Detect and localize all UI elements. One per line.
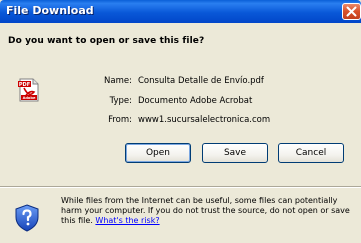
pdf-badge-text: PDF xyxy=(19,82,30,88)
whats-the-risk-link[interactable]: What's the risk? xyxy=(95,216,159,225)
type-value: Documento Adobe Acrobat xyxy=(138,96,253,106)
from-value: www1.sucursalelectronica.com xyxy=(138,115,271,125)
pdf-file-icon: PDF Adobe xyxy=(18,78,39,102)
close-icon xyxy=(346,6,357,17)
adobe-brand-text: Adobe xyxy=(23,96,36,100)
title-bar[interactable]: File Download xyxy=(0,0,361,23)
cancel-button[interactable]: Cancel xyxy=(278,143,344,163)
from-label: From: xyxy=(108,115,132,125)
file-download-dialog: File Download Do you want to open or sav… xyxy=(0,0,361,243)
close-button[interactable] xyxy=(342,3,361,20)
type-label: Type: xyxy=(109,96,132,106)
save-button[interactable]: Save xyxy=(202,143,268,163)
dialog-question: Do you want to open or save this file? xyxy=(8,36,205,46)
separator-highlight xyxy=(0,187,361,188)
name-value: Consulta Detalle de Envío.pdf xyxy=(138,76,264,86)
window-title: File Download xyxy=(6,4,94,17)
shield-question-icon xyxy=(15,204,39,232)
name-label: Name: xyxy=(104,76,132,86)
open-button[interactable]: Open xyxy=(125,143,191,163)
security-warning: While files from the Internet can be use… xyxy=(61,196,359,226)
